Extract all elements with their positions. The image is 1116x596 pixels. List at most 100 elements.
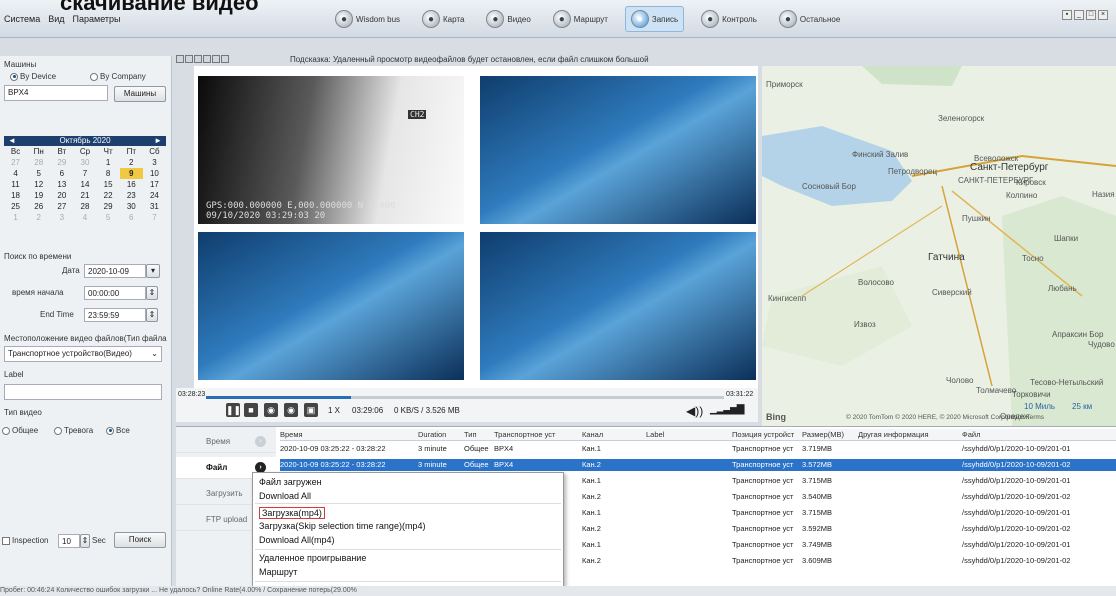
calendar-day[interactable]: 24 — [143, 190, 166, 201]
prev-month-icon[interactable]: ◄ — [8, 136, 16, 146]
calendar-day[interactable]: 8 — [97, 168, 120, 179]
video-channel-2[interactable]: CH2 GPS:000.000000 E,000.000000 N V:000 … — [198, 76, 464, 224]
layout-36-icon[interactable] — [221, 55, 229, 63]
calendar-day[interactable]: 4 — [4, 168, 27, 179]
calendar-day[interactable]: 29 — [97, 201, 120, 212]
start-time-input[interactable]: 00:00:00 — [84, 286, 146, 300]
toolbar-button-0[interactable]: ● Wisdom bus — [330, 6, 405, 32]
context-menu-item[interactable]: Загрузка(Skip selection time range)(mp4) — [259, 521, 425, 531]
menu-item-params[interactable]: Параметры — [73, 14, 121, 24]
stop-icon[interactable]: ■ — [244, 403, 258, 417]
calendar-day[interactable]: 1 — [4, 212, 27, 223]
calendar-day[interactable]: 5 — [27, 168, 50, 179]
end-time-spinner[interactable]: ⇕ — [146, 308, 158, 322]
start-time-spinner[interactable]: ⇕ — [146, 286, 158, 300]
calendar-day[interactable]: 2 — [120, 157, 143, 168]
layout-1-icon[interactable] — [176, 55, 184, 63]
side-tab-0[interactable]: Время › — [176, 431, 276, 453]
calendar-day[interactable]: 7 — [73, 168, 96, 179]
volume-icon[interactable]: ◀)) — [686, 404, 703, 418]
calendar-day[interactable]: 18 — [4, 190, 27, 201]
calendar-day[interactable]: 26 — [27, 201, 50, 212]
calendar-day[interactable]: 20 — [50, 190, 73, 201]
toolbar-button-1[interactable]: ● Карта — [417, 6, 469, 32]
calendar-day[interactable]: 11 — [4, 179, 27, 190]
calendar-day[interactable]: 15 — [97, 179, 120, 190]
table-row[interactable]: 2020-10-09 03:25:22 - 03:28:22 3 minute Об… — [280, 443, 1116, 455]
inspection-spinner[interactable]: ⇕ — [80, 534, 90, 548]
calendar-day[interactable]: 4 — [73, 212, 96, 223]
maximize-icon[interactable]: □ — [1086, 10, 1096, 20]
video-channel-slot[interactable] — [480, 232, 756, 380]
context-menu-item[interactable]: Download All(mp4) — [259, 535, 335, 545]
calendar-day[interactable]: 29 — [50, 157, 73, 168]
calendar-day[interactable]: 30 — [73, 157, 96, 168]
minimize-icon[interactable]: _ — [1074, 10, 1084, 20]
settings-window-icon[interactable]: ▪ — [1062, 10, 1072, 20]
calendar-day[interactable]: 3 — [143, 157, 166, 168]
calendar-day[interactable]: 28 — [73, 201, 96, 212]
calendar-day[interactable]: 27 — [50, 201, 73, 212]
calendar-day[interactable]: 9 — [119, 168, 143, 179]
by-device-radio[interactable]: By Device — [10, 72, 56, 81]
menu-item-system[interactable]: Система — [4, 14, 40, 24]
type-alarm-radio[interactable]: Тревога — [54, 426, 93, 435]
calendar-day[interactable]: 6 — [120, 212, 143, 223]
context-menu-item[interactable]: Маршрут — [259, 567, 297, 577]
layout-25-icon[interactable] — [212, 55, 220, 63]
snapshot-icon[interactable]: ▣ — [304, 403, 318, 417]
calendar-day[interactable]: 22 — [97, 190, 120, 201]
calendar-day[interactable]: 5 — [97, 212, 120, 223]
calendar-day[interactable]: 2 — [27, 212, 50, 223]
toolbar-button-2[interactable]: ● Видео — [481, 6, 535, 32]
calendar-day[interactable]: 21 — [73, 190, 96, 201]
type-general-radio[interactable]: Общее — [2, 426, 38, 435]
table-row[interactable]: 2020-10-09 03:25:22 - 03:28:22 3 minute Об… — [280, 459, 1116, 471]
capture-icon[interactable]: ◉ — [284, 403, 298, 417]
machines-button[interactable]: Машины — [114, 86, 166, 102]
label-input[interactable] — [4, 384, 162, 400]
layout-9-icon[interactable] — [194, 55, 202, 63]
calendar-day[interactable]: 1 — [97, 157, 120, 168]
toolbar-button-4[interactable]: ● Запись — [624, 6, 685, 32]
search-button[interactable]: Поиск — [114, 532, 166, 548]
calendar-day[interactable]: 16 — [120, 179, 143, 190]
type-all-radio[interactable]: Все — [106, 426, 130, 435]
toolbar-button-6[interactable]: ● Остальное — [774, 6, 845, 32]
calendar-dropdown-icon[interactable]: ▾ — [146, 264, 160, 278]
close-icon[interactable]: × — [1098, 10, 1108, 20]
calendar-day[interactable]: 17 — [143, 179, 166, 190]
calendar-day[interactable]: 30 — [120, 201, 143, 212]
inspection-checkbox[interactable]: Inspection — [2, 536, 48, 545]
date-input[interactable]: 2020-10-09 — [84, 264, 146, 278]
speed-readout[interactable]: 1 X — [328, 406, 340, 415]
context-menu-item[interactable]: Download All — [259, 491, 311, 501]
by-company-radio[interactable]: By Company — [90, 72, 146, 81]
calendar-day[interactable]: 23 — [120, 190, 143, 201]
menu-item-view[interactable]: Вид — [48, 14, 64, 24]
calendar-day[interactable]: 25 — [4, 201, 27, 212]
next-month-icon[interactable]: ► — [154, 136, 162, 146]
pause-icon[interactable]: ❚❚ — [226, 403, 241, 417]
file-location-select[interactable]: Транспортное устройство(Видео) ⌄ — [4, 346, 162, 362]
calendar-day[interactable]: 14 — [73, 179, 96, 190]
calendar-day[interactable]: 27 — [4, 157, 27, 168]
calendar-day[interactable]: 13 — [50, 179, 73, 190]
context-menu-item[interactable]: Файл загружен — [259, 477, 322, 487]
calendar-day[interactable]: 7 — [143, 212, 166, 223]
calendar-day[interactable]: 19 — [27, 190, 50, 201]
end-time-input[interactable]: 23:59:59 — [84, 308, 146, 322]
video-channel-slot[interactable] — [480, 76, 756, 224]
inspection-seconds-input[interactable]: 10 — [58, 534, 80, 548]
layout-4-icon[interactable] — [185, 55, 193, 63]
calendar-day[interactable]: 3 — [50, 212, 73, 223]
calendar-day[interactable]: 28 — [27, 157, 50, 168]
map-view[interactable]: Приморск Зеленогорск Финский Залив Сосновый… — [762, 66, 1116, 426]
calendar-day[interactable]: 6 — [50, 168, 73, 179]
video-channel-slot[interactable] — [198, 232, 464, 380]
toolbar-button-5[interactable]: ● Контроль — [696, 6, 762, 32]
layout-16-icon[interactable] — [203, 55, 211, 63]
volume-level-icon[interactable]: ▁▂▃▅▇ — [710, 404, 744, 415]
record-clip-icon[interactable]: ◉ — [264, 403, 278, 417]
context-menu-item[interactable]: Удаленное проигрывание — [259, 553, 366, 563]
